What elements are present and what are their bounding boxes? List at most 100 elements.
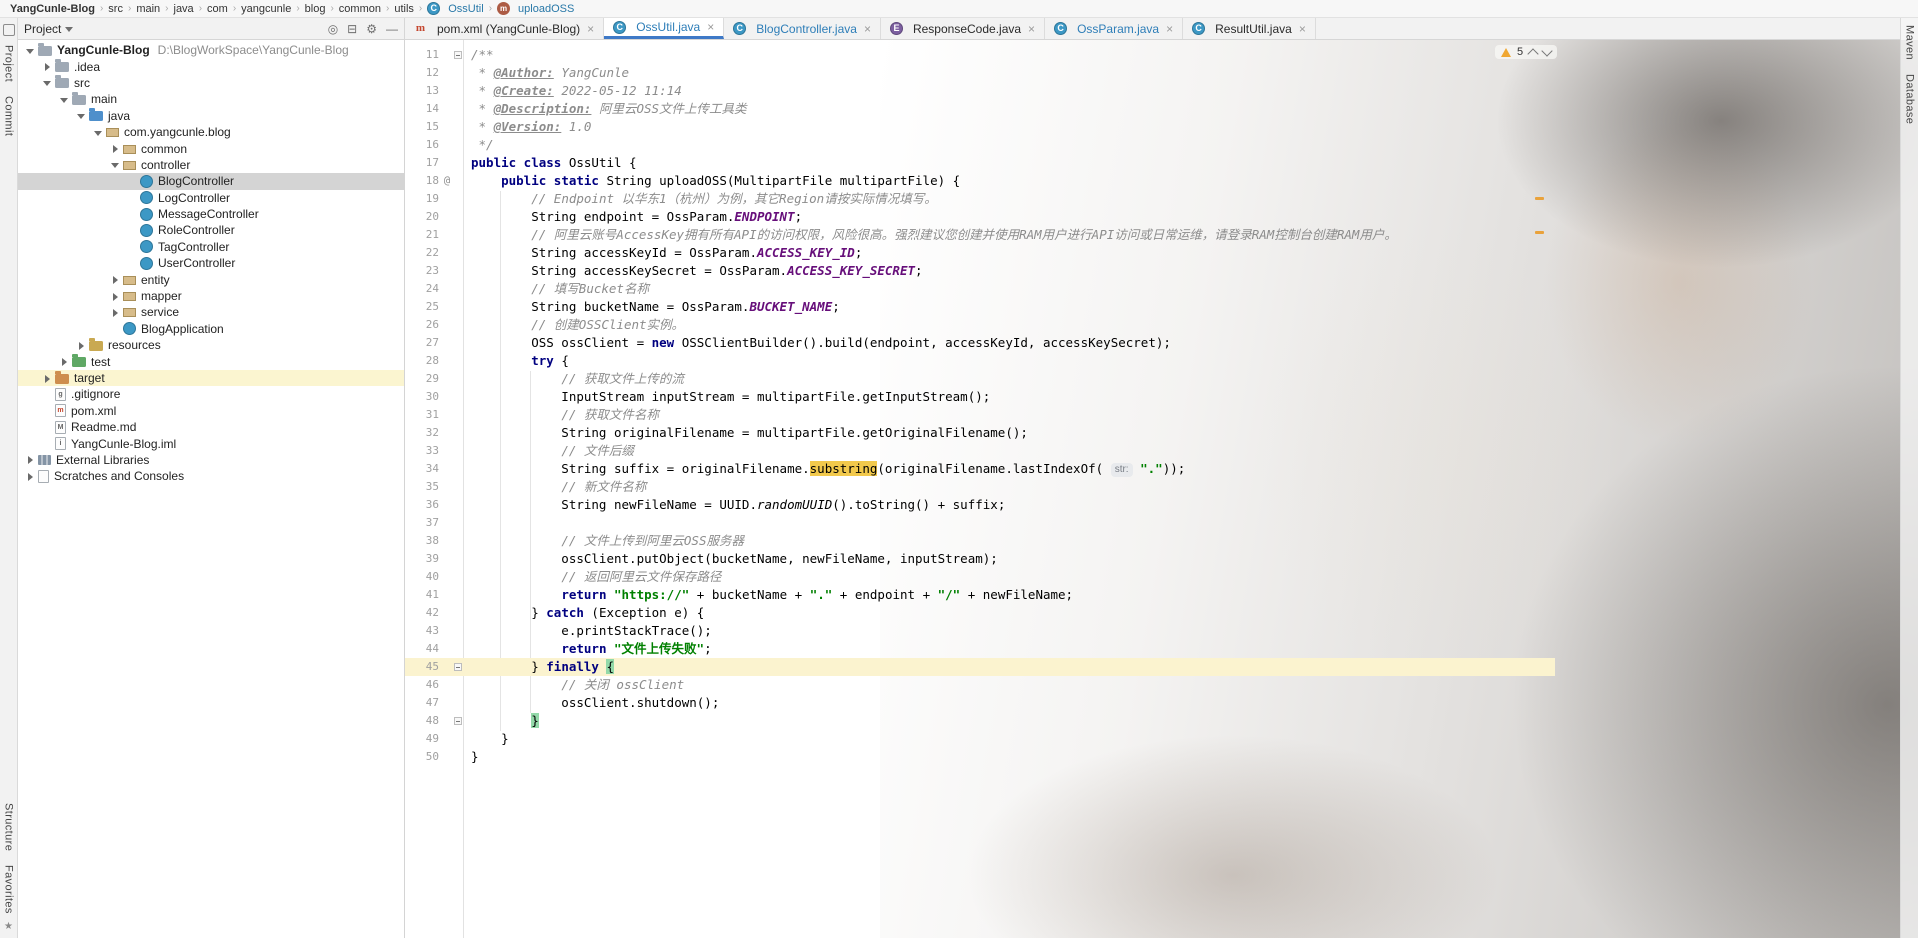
tree-item[interactable]: main — [18, 91, 404, 107]
tree-item[interactable]: controller — [18, 157, 404, 173]
tab-close-icon[interactable]: × — [1299, 23, 1306, 35]
tree-expand-arrow[interactable] — [58, 356, 69, 367]
code-line[interactable]: 32 String originalFilename = multipartFi… — [405, 424, 1900, 442]
tree-item[interactable]: MessageController — [18, 206, 404, 222]
breadcrumb-item[interactable]: YangCunle-Blog — [8, 3, 97, 15]
tool-window-button-database[interactable]: Database — [1904, 67, 1916, 131]
fold-marker[interactable] — [452, 658, 465, 676]
code-line[interactable]: 36 String newFileName = UUID.randomUUID(… — [405, 496, 1900, 514]
code-line[interactable]: 15 * @Version: 1.0 — [405, 118, 1900, 136]
tree-item[interactable]: M Readme.md — [18, 419, 404, 435]
code-line[interactable]: 39 ossClient.putObject(bucketName, newFi… — [405, 550, 1900, 568]
tree-item[interactable]: java — [18, 108, 404, 124]
tab-close-icon[interactable]: × — [864, 23, 871, 35]
tree-item[interactable]: YangCunle-Blog D:\BlogWorkSpace\YangCunle… — [18, 42, 404, 58]
code-line[interactable]: 23 String accessKeySecret = OssParam.ACC… — [405, 262, 1900, 280]
breadcrumb-item-method[interactable]: m uploadOSS — [495, 2, 576, 15]
tree-item[interactable]: BlogController — [18, 173, 404, 190]
tree-item[interactable]: LogController — [18, 190, 404, 206]
tree-item[interactable]: target — [18, 369, 404, 387]
tree-expand-arrow[interactable] — [24, 45, 35, 56]
code-line[interactable]: 49 } — [405, 730, 1900, 748]
code-line[interactable]: 41 return "https://" + bucketName + "." … — [405, 586, 1900, 604]
breadcrumb-item[interactable]: java — [172, 3, 196, 15]
editor-tab[interactable]: C BlogController.java × — [724, 18, 881, 39]
tool-window-button-commit[interactable]: Commit — [3, 89, 15, 143]
tree-expand-arrow[interactable] — [109, 274, 120, 285]
code-line[interactable]: 38 // 文件上传到阿里云OSS服务器 — [405, 532, 1900, 550]
fold-marker[interactable] — [452, 712, 465, 730]
editor-tab[interactable]: C ResultUtil.java × — [1183, 18, 1316, 39]
panel-settings-gear-icon[interactable]: ⚙ — [366, 23, 377, 35]
code-line[interactable]: 17 public class OssUtil { — [405, 154, 1900, 172]
code-line[interactable]: 34 String suffix = originalFilename.subs… — [405, 460, 1900, 478]
tree-item[interactable]: src — [18, 75, 404, 91]
code-line[interactable]: 28 try { — [405, 352, 1900, 370]
tree-expand-arrow[interactable] — [109, 143, 120, 154]
editor-tab[interactable]: C OssParam.java × — [1045, 18, 1184, 39]
tree-expand-arrow[interactable] — [75, 340, 86, 351]
code-line[interactable]: 45 } finally { — [405, 658, 1900, 676]
tree-expand-arrow[interactable] — [24, 454, 35, 465]
tree-item[interactable]: RoleController — [18, 222, 404, 238]
editor-tab[interactable]: E ResponseCode.java × — [881, 18, 1046, 39]
code-line[interactable]: 22 String accessKeyId = OssParam.ACCESS_… — [405, 244, 1900, 262]
tree-item[interactable]: Scratches and Consoles — [18, 468, 404, 484]
tree-item[interactable]: i YangCunle-Blog.iml — [18, 435, 404, 451]
tree-expand-arrow[interactable] — [41, 77, 52, 88]
code-line[interactable]: 13 * @Create: 2022-05-12 11:14 — [405, 82, 1900, 100]
tree-item[interactable]: BlogApplication — [18, 321, 404, 337]
code-line[interactable]: 40 // 返回阿里云文件保存路径 — [405, 568, 1900, 586]
favorites-star-icon[interactable]: ★ — [4, 921, 13, 932]
previous-problem-icon[interactable] — [1527, 47, 1539, 60]
code-line[interactable]: 29 // 获取文件上传的流 — [405, 370, 1900, 388]
tree-item[interactable]: TagController — [18, 239, 404, 255]
tree-expand-arrow[interactable] — [41, 61, 52, 72]
tree-item[interactable]: com.yangcunle.blog — [18, 124, 404, 140]
locate-file-icon[interactable]: ◎ — [328, 23, 338, 35]
code-line[interactable]: 42 } catch (Exception e) { — [405, 604, 1900, 622]
code-line[interactable]: 44 return "文件上传失败"; — [405, 640, 1900, 658]
project-stripe-icon[interactable] — [2, 24, 15, 36]
code-line[interactable]: 11 /** — [405, 46, 1900, 64]
tool-window-button-structure[interactable]: Structure — [3, 796, 15, 858]
tree-item[interactable]: common — [18, 140, 404, 156]
tool-window-button-maven[interactable]: Maven — [1904, 18, 1916, 67]
code-line[interactable]: 37 — [405, 514, 1900, 532]
breadcrumb-item[interactable]: src — [106, 3, 125, 15]
breadcrumb-item[interactable]: main — [134, 3, 162, 15]
next-problem-icon[interactable] — [1541, 44, 1553, 57]
code-line[interactable]: 48 } — [405, 712, 1900, 730]
tree-expand-arrow[interactable] — [109, 291, 120, 302]
tree-item[interactable]: External Libraries — [18, 452, 404, 468]
tree-item[interactable]: test — [18, 353, 404, 369]
code-line[interactable]: 30 InputStream inputStream = multipartFi… — [405, 388, 1900, 406]
inspections-widget[interactable]: 5 — [1495, 44, 1558, 60]
tree-item[interactable]: m pom.xml — [18, 403, 404, 419]
editor-tab[interactable]: C OssUtil.java × — [604, 18, 725, 39]
breadcrumb-item[interactable]: utils — [392, 3, 416, 15]
tree-expand-arrow[interactable] — [109, 159, 120, 170]
code-line[interactable]: 25 String bucketName = OssParam.BUCKET_N… — [405, 298, 1900, 316]
code-line[interactable]: 12 * @Author: YangCunle — [405, 64, 1900, 82]
tree-item[interactable]: entity — [18, 271, 404, 287]
fold-marker[interactable] — [452, 46, 465, 64]
tree-item[interactable]: mapper — [18, 288, 404, 304]
tree-item[interactable]: UserController — [18, 255, 404, 271]
code-line[interactable]: 14 * @Description: 阿里云OSS文件上传工具类 — [405, 100, 1900, 118]
breadcrumb-item[interactable]: com — [205, 3, 230, 15]
tab-close-icon[interactable]: × — [1028, 23, 1035, 35]
code-line[interactable]: 18 @ public static String uploadOSS(Multi… — [405, 172, 1900, 190]
editor-area[interactable]: 11/** 12 * @Author: YangCunle 13 * @Create… — [405, 40, 1918, 938]
code-line[interactable]: 24 // 填写Bucket名称 — [405, 280, 1900, 298]
project-view-selector[interactable]: Project — [24, 22, 74, 36]
code-line[interactable]: 26 // 创建OSSClient实例。 — [405, 316, 1900, 334]
code-line[interactable]: 21 // 阿里云账号AccessKey拥有所有API的访问权限，风险很高。强烈… — [405, 226, 1900, 244]
tree-expand-arrow[interactable] — [41, 373, 52, 384]
tab-close-icon[interactable]: × — [587, 23, 594, 35]
breadcrumb-item[interactable]: yangcunle — [239, 3, 293, 15]
code-line[interactable]: 27 OSS ossClient = new OSSClientBuilder(… — [405, 334, 1900, 352]
tree-expand-arrow[interactable] — [109, 307, 120, 318]
tree-item[interactable]: resources — [18, 337, 404, 353]
collapse-all-icon[interactable]: ⊟ — [347, 23, 357, 35]
